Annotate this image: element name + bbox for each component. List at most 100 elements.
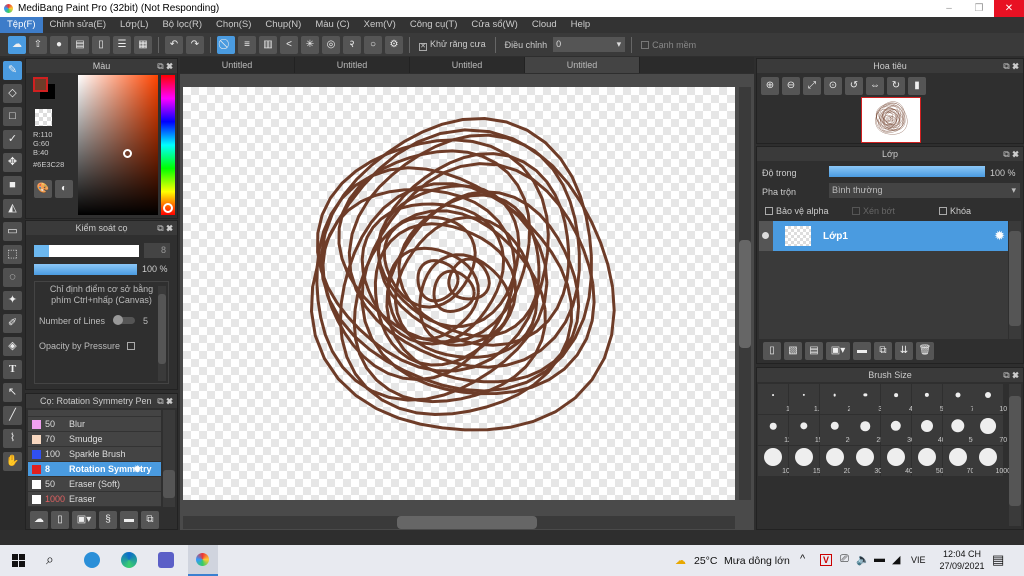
ie-icon[interactable] [84, 552, 100, 568]
brush-size-option[interactable]: 25 [850, 415, 884, 445]
foreground-color-swatch[interactable] [33, 77, 48, 92]
language-indicator[interactable]: VIE [911, 555, 926, 565]
bucket-tool-icon[interactable]: ◭ [3, 199, 22, 218]
select-eraser-tool-icon[interactable]: ◈ [3, 337, 22, 356]
menu-item[interactable]: Cloud [525, 17, 564, 33]
brush-item[interactable]: 50 Eraser (Soft) [28, 477, 161, 492]
brush-item[interactable]: 1000 Eraser [28, 492, 161, 507]
brush-folder-icon[interactable]: ▬ [120, 511, 138, 529]
document-tab[interactable]: Untitled [525, 57, 640, 73]
dot-tool-icon[interactable]: □ [3, 107, 22, 126]
select-pen-tool-icon[interactable]: ✐ [3, 314, 22, 333]
actual-size-icon[interactable]: ⊙ [824, 77, 842, 95]
vanishing-snap-icon[interactable]: < [280, 35, 298, 54]
delete-layer-icon[interactable]: 🗑 [916, 342, 934, 360]
duplicate-brush-icon[interactable]: ⧉ [141, 511, 159, 529]
add-brush-icon[interactable]: ▯ [51, 511, 69, 529]
zoom-in-icon[interactable]: ⊕ [761, 77, 779, 95]
add-layer-menu-icon[interactable]: ▣▾ [826, 342, 850, 360]
lock-checkbox[interactable]: Khóa [939, 206, 971, 216]
palette-icon[interactable]: 🎨 [34, 180, 52, 198]
blend-mode-select[interactable]: Bình thường ▾ [829, 183, 1020, 198]
brush-size-option[interactable]: 300 [850, 446, 886, 476]
brush-size-option[interactable]: 500 [911, 446, 948, 476]
layer-opacity-slider[interactable] [829, 166, 985, 177]
scrollbar[interactable] [158, 286, 166, 381]
visibility-icon[interactable] [759, 221, 773, 251]
move-tool-icon[interactable]: ✥ [3, 153, 22, 172]
hue-slider[interactable] [161, 75, 175, 215]
zoom-out-icon[interactable]: ⊖ [782, 77, 800, 95]
brush-size-option[interactable]: 400 [881, 446, 917, 476]
merge-down-icon[interactable]: ⇊ [895, 342, 913, 360]
duplicate-layer-icon[interactable]: ⧉ [874, 342, 892, 360]
menu-item[interactable]: Màu (C) [308, 17, 356, 33]
color-history-icon[interactable]: ◐ [55, 180, 73, 198]
rotate-left-icon[interactable]: ↺ [845, 77, 863, 95]
snap-off-icon[interactable]: ⃠ [217, 35, 235, 54]
divide-tool-icon[interactable]: ╱ [3, 406, 22, 425]
brush-item[interactable]: 70 Smudge [28, 432, 161, 447]
brush-size-option[interactable]: 4 [881, 384, 913, 414]
brush-size-value[interactable]: 8 [144, 243, 170, 258]
brush-size-option[interactable]: 700 [942, 446, 978, 476]
eraser-tool-icon[interactable]: ◇ [3, 84, 22, 103]
lasso-tool-icon[interactable]: ◌ [3, 268, 22, 287]
alpha-protect-checkbox[interactable]: Bảo vệ alpha [765, 206, 829, 216]
new-halftone-layer-icon[interactable]: ▧ [784, 342, 802, 360]
search-icon[interactable]: ⌕ [46, 551, 54, 568]
hue-handle[interactable] [163, 203, 173, 213]
horizontal-scrollbar[interactable] [183, 516, 735, 529]
brush-size-option[interactable]: 70 [973, 415, 1007, 445]
start-icon[interactable] [12, 554, 25, 567]
layer-row[interactable]: Lớp1 ✹ [759, 221, 1008, 251]
polyline-tool-icon[interactable]: ✓ [3, 130, 22, 149]
document-tab[interactable]: Untitled [295, 57, 410, 73]
brush-script-icon[interactable]: § [99, 511, 117, 529]
share-icon[interactable]: ⇧ [29, 35, 47, 54]
brush-size-option[interactable]: 1 [758, 384, 790, 414]
magic-wand-tool-icon[interactable]: ✦ [3, 291, 22, 310]
brush-item[interactable]: 8 Rotation Symmetry ✹ [28, 462, 161, 477]
undo-icon[interactable]: ↶ [165, 35, 183, 54]
cross-snap-icon[interactable]: ▥ [259, 35, 277, 54]
select-rect-tool-icon[interactable]: ⬚ [3, 245, 22, 264]
brush-size-slider[interactable] [34, 245, 139, 257]
saturation-value-picker[interactable] [78, 75, 158, 215]
menu-item[interactable]: Cửa sổ(W) [464, 17, 524, 33]
brush-settings-icon[interactable]: ✹ [133, 464, 141, 475]
vietkey-icon[interactable]: V [820, 554, 832, 566]
brush-size-option[interactable]: 20 [819, 415, 853, 445]
parallel-snap-icon[interactable]: ≡ [238, 35, 256, 54]
volume-icon[interactable]: 🔈 [856, 553, 870, 566]
brush-item[interactable]: 100 Sparkle Brush [28, 447, 161, 462]
brush-size-option[interactable]: 7 [942, 384, 974, 414]
weather-temp[interactable]: 25°C [694, 555, 717, 567]
menu-item[interactable]: Lớp(L) [113, 17, 155, 33]
page-list-icon[interactable]: ☰ [113, 35, 131, 54]
snap-settings-icon[interactable]: ⚙ [385, 35, 403, 54]
float-close-icon[interactable]: ⧉ ✖ [157, 221, 173, 235]
brush-size-option[interactable]: 30 [881, 415, 915, 445]
fill-rect-tool-icon[interactable]: ■ [3, 176, 22, 195]
antialias-checkbox[interactable]: ✕ Khử răng cưa [419, 39, 486, 51]
canvas[interactable] [183, 87, 735, 500]
meet-icon[interactable]: ⎚ [840, 553, 849, 566]
clock[interactable]: 12:04 CH 27/09/2021 [932, 548, 992, 572]
flip-icon[interactable]: ⇔ [866, 77, 884, 95]
curve-snap-icon[interactable]: २ [343, 35, 361, 54]
brush-size-option[interactable]: 40 [911, 415, 946, 445]
correction-select[interactable]: 0 ▾ [553, 37, 626, 52]
navigator-preview[interactable] [861, 97, 921, 143]
redo-icon[interactable]: ↷ [186, 35, 204, 54]
brush-size-option[interactable]: 1000 [973, 446, 1011, 476]
float-close-icon[interactable]: ⧉ ✖ [157, 394, 173, 408]
menu-item[interactable]: Công cụ(T) [403, 17, 465, 33]
circle-snap-icon[interactable]: ○ [364, 35, 382, 54]
float-close-icon[interactable]: ⧉ ✖ [1003, 59, 1019, 73]
text-tool-icon[interactable]: T [3, 360, 22, 379]
fit-icon[interactable]: ⤢ [803, 77, 821, 95]
rotate-right-icon[interactable]: ↻ [887, 77, 905, 95]
radial-snap-icon[interactable]: ✳ [301, 35, 319, 54]
brush-size-option[interactable]: 50 [942, 415, 976, 445]
